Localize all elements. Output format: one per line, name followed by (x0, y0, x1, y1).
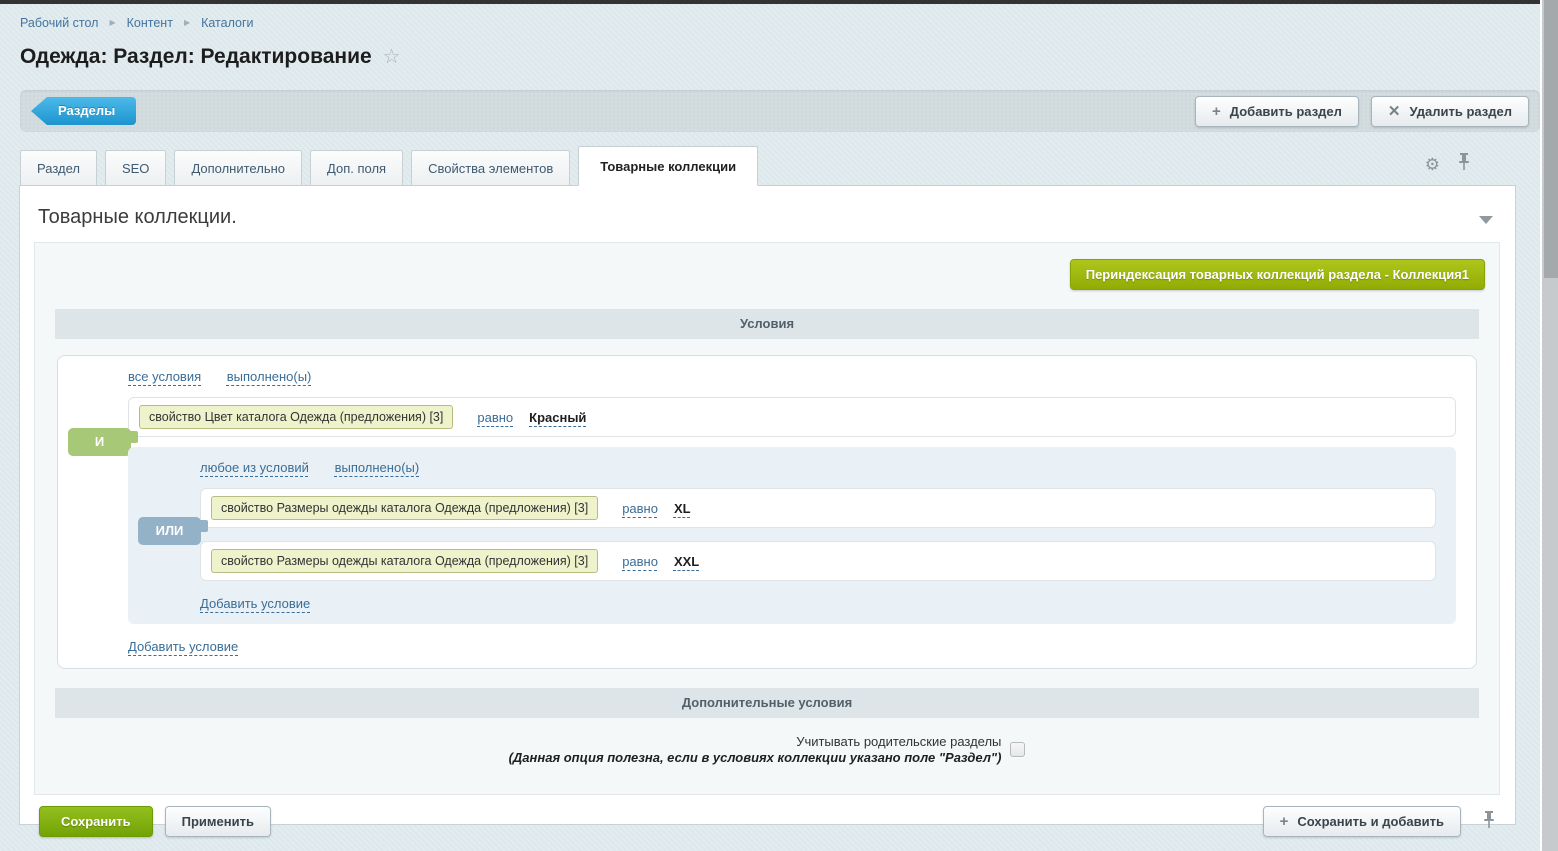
root-group-controls: все условия выполнено(ы) (58, 369, 1466, 384)
condition-value-link[interactable]: XL (674, 501, 691, 516)
save-add-label: Сохранить и добавить (1297, 807, 1444, 836)
parent-sections-label: Учитывать родительские разделы (509, 734, 1002, 749)
conditions-box: все условия выполнено(ы) свойство Цвет к… (57, 355, 1477, 669)
condition-row-size-xl: свойство Размеры одежды каталога Одежда … (200, 488, 1436, 528)
sections-back-button[interactable]: Разделы (31, 97, 136, 125)
add-section-button[interactable]: + Добавить раздел (1195, 96, 1359, 127)
parent-sections-checkbox[interactable] (1010, 742, 1025, 757)
condition-row-color: свойство Цвет каталога Одежда (предложен… (128, 397, 1456, 437)
or-group: любое из условий выполнено(ы) свойство Р… (128, 447, 1456, 624)
form-footer: Сохранить Применить + Сохранить и добави… (20, 795, 1515, 837)
apply-button[interactable]: Применить (165, 806, 271, 837)
root-scope-link[interactable]: все условия (128, 369, 201, 384)
pin-icon[interactable] (1483, 810, 1495, 834)
settings-gear-icon[interactable]: ⚙ (1425, 156, 1440, 173)
pin-icon-glyph (1483, 810, 1495, 829)
tab-dop-polya[interactable]: Доп. поля (310, 150, 403, 186)
collapse-arrow-icon[interactable] (1479, 216, 1493, 224)
save-button[interactable]: Сохранить (39, 806, 153, 837)
content-panel: Товарные коллекции. Периндексация товарн… (19, 185, 1516, 825)
root-state-link[interactable]: выполнено(ы) (227, 369, 312, 384)
reindex-button[interactable]: Периндексация товарных коллекций раздела… (1070, 259, 1485, 290)
condition-row-size-xxl: свойство Размеры одежды каталога Одежда … (200, 541, 1436, 581)
tab-svoystva-elementov[interactable]: Свойства элементов (411, 150, 570, 186)
or-state-link[interactable]: выполнено(ы) (335, 460, 420, 475)
condition-field-tag[interactable]: свойство Размеры одежды каталога Одежда … (211, 549, 598, 573)
pin-icon[interactable] (1458, 152, 1470, 176)
save-add-button[interactable]: + Сохранить и добавить (1263, 806, 1461, 837)
condition-field-tag[interactable]: свойство Размеры одежды каталога Одежда … (211, 496, 598, 520)
or-scope-link[interactable]: любое из условий (200, 460, 309, 475)
scrollbar-track[interactable] (1540, 0, 1558, 851)
tabs-row: Раздел SEO Дополнительно Доп. поля Свойс… (0, 147, 1516, 186)
comparison-link[interactable]: равно (622, 554, 658, 569)
top-dark-bar (0, 0, 1540, 4)
page-title-row: Одежда: Раздел: Редактирование ☆ (20, 44, 401, 69)
form-area: Периндексация товарных коллекций раздела… (34, 242, 1500, 795)
tab-seo[interactable]: SEO (105, 150, 166, 186)
delete-section-button[interactable]: ✕ Удалить раздел (1371, 96, 1529, 127)
scrollbar-thumb[interactable] (1544, 0, 1558, 278)
breadcrumb: Рабочий стол ▶ Контент ▶ Каталоги (20, 16, 254, 30)
condition-field-tag[interactable]: свойство Цвет каталога Одежда (предложен… (139, 405, 453, 429)
delete-section-label: Удалить раздел (1409, 97, 1512, 126)
breadcrumb-link-content[interactable]: Контент (127, 16, 173, 30)
context-toolbar: Разделы + Добавить раздел ✕ Удалить разд… (20, 90, 1540, 132)
plus-icon: + (1212, 104, 1221, 119)
tab-tovarnye-kollekcii[interactable]: Товарные коллекции (578, 146, 758, 186)
breadcrumb-separator-icon: ▶ (109, 18, 115, 27)
add-section-label: Добавить раздел (1230, 97, 1342, 126)
x-icon: ✕ (1388, 104, 1401, 119)
section-heading: Товарные коллекции. (20, 186, 1515, 233)
pin-icon-glyph (1458, 152, 1470, 171)
favorite-star-icon[interactable]: ☆ (383, 44, 401, 69)
or-operator-label: ИЛИ (138, 517, 201, 545)
or-group-controls: любое из условий выполнено(ы) (128, 460, 1456, 475)
parent-sections-option: Учитывать родительские разделы (Данная о… (35, 734, 1499, 765)
condition-value-link[interactable]: Красный (529, 410, 586, 425)
add-condition-link[interactable]: Добавить условие (128, 639, 238, 654)
conditions-header: Условия (55, 309, 1479, 339)
comparison-link[interactable]: равно (477, 410, 513, 425)
and-operator-label: И (68, 428, 131, 456)
condition-value-link[interactable]: XXL (674, 554, 699, 569)
add-condition-link[interactable]: Добавить условие (200, 596, 310, 611)
tab-razdel[interactable]: Раздел (20, 150, 97, 186)
breadcrumb-separator-icon: ▶ (184, 18, 190, 27)
extra-conditions-header: Дополнительные условия (55, 688, 1479, 718)
page-title: Одежда: Раздел: Редактирование (20, 45, 372, 69)
tab-dopolnitelno[interactable]: Дополнительно (174, 150, 302, 186)
plus-icon: + (1280, 814, 1289, 829)
breadcrumb-link-desktop[interactable]: Рабочий стол (20, 16, 98, 30)
breadcrumb-link-catalogs[interactable]: Каталоги (201, 16, 253, 30)
parent-sections-note: (Данная опция полезна, если в условиях к… (509, 750, 1002, 765)
comparison-link[interactable]: равно (622, 501, 658, 516)
